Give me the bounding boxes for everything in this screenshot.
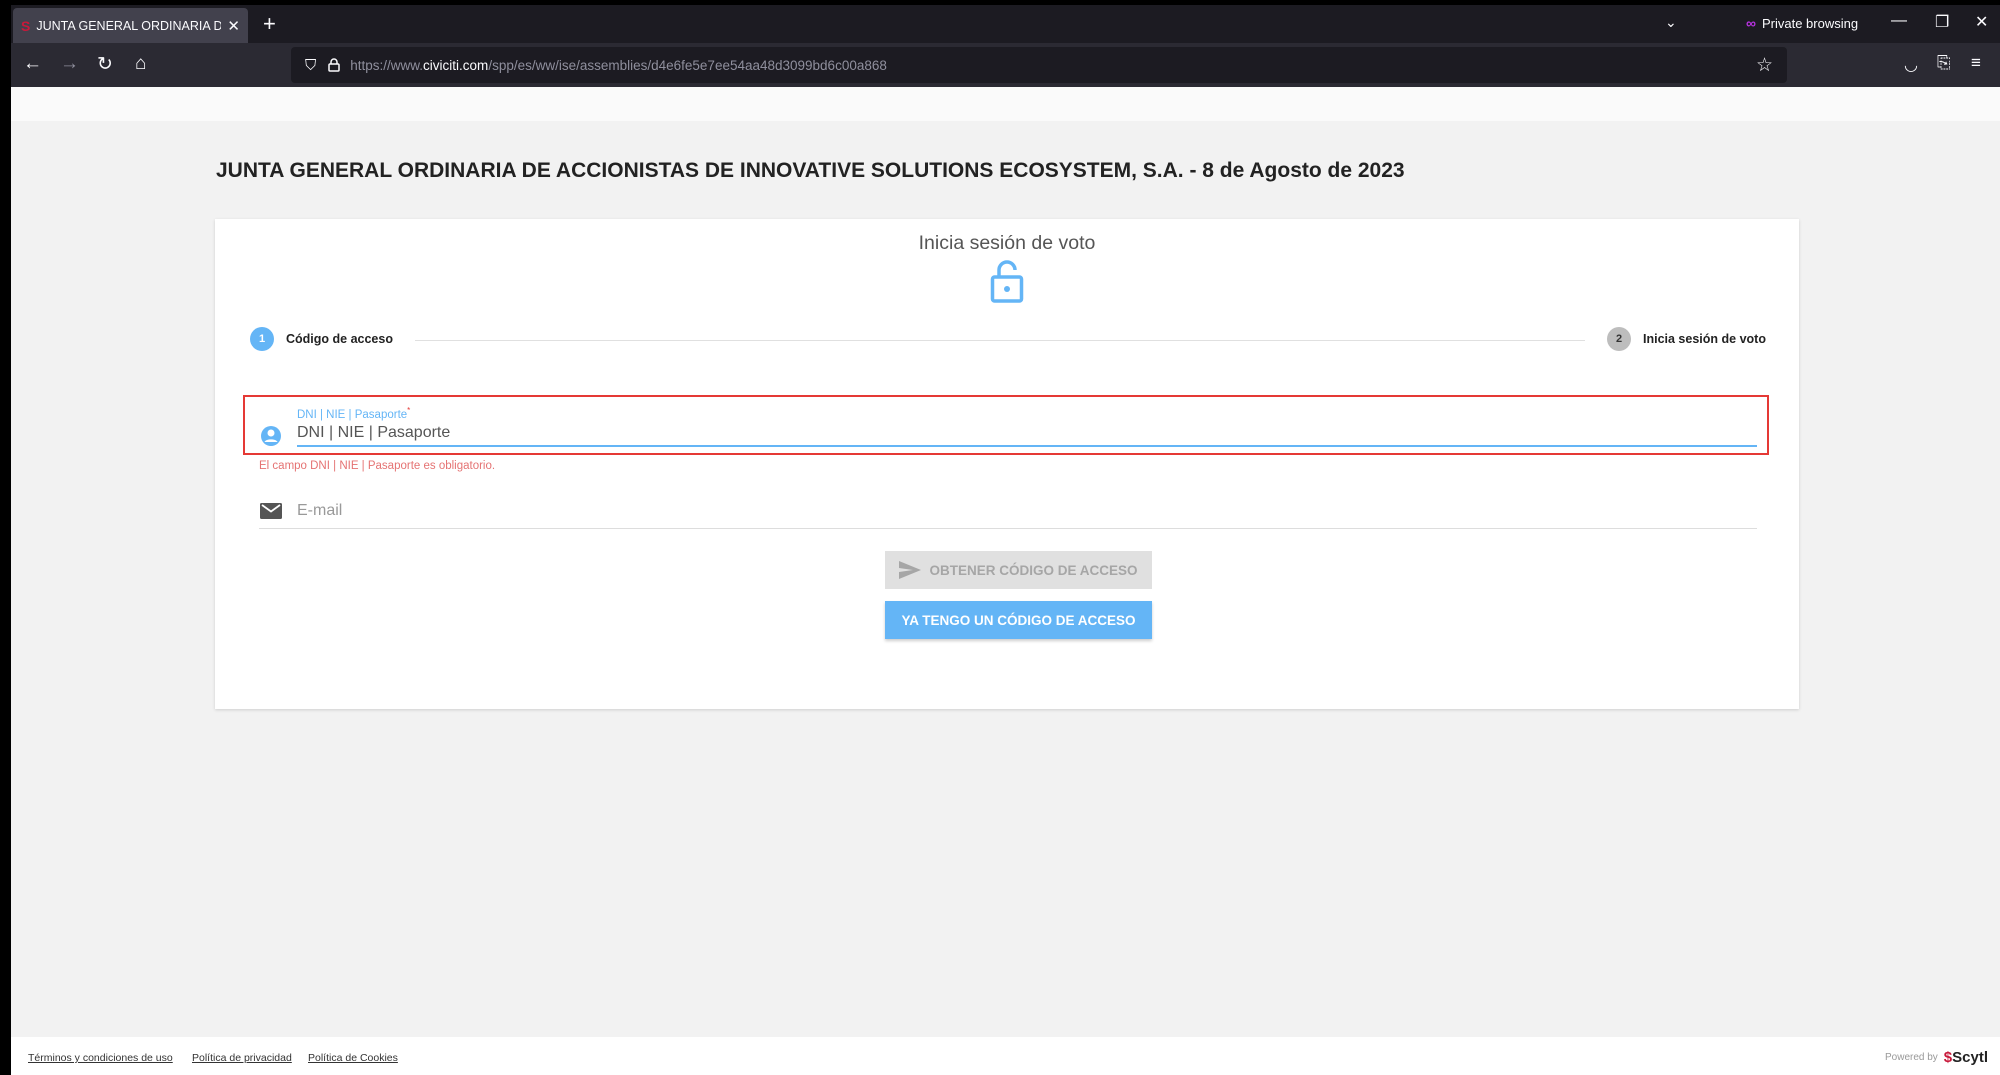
step-number: 2 [1607, 327, 1631, 351]
new-tab-button[interactable]: + [263, 11, 276, 37]
step-1: 1 Código de acceso [250, 327, 393, 351]
footer: Términos y condiciones de uso Política d… [11, 1037, 2000, 1075]
menu-hamburger-icon[interactable]: ≡ [1971, 53, 1981, 73]
extensions-icon[interactable]: ⎘ [1937, 53, 1951, 73]
page-title: JUNTA GENERAL ORDINARIA DE ACCIONISTAS D… [216, 159, 1405, 182]
step-label: Código de acceso [286, 332, 393, 346]
email-input[interactable] [259, 502, 1757, 529]
list-all-tabs-chevron-down-icon[interactable]: ⌄ [1665, 14, 1677, 31]
bookmark-star-icon[interactable]: ☆ [1756, 54, 1773, 77]
have-access-code-button[interactable]: YA TENGO UN CÓDIGO DE ACCESO [885, 601, 1152, 639]
browser-tab[interactable]: S JUNTA GENERAL ORDINARIA DE ✕ [13, 8, 248, 43]
home-icon[interactable]: ⌂ [135, 53, 146, 75]
url-path: /spp/es/ww/ise/assemblies/d4e6fe5e7ee54a… [488, 57, 887, 73]
scytl-logo-mark-icon: $ [1943, 1049, 1953, 1066]
window-close-icon[interactable]: ✕ [1975, 12, 1988, 32]
account-circle-icon [261, 426, 281, 446]
page-content: JUNTA GENERAL ORDINARIA DE ACCIONISTAS D… [11, 87, 2000, 1075]
privacy-link[interactable]: Política de privacidad [192, 1052, 292, 1064]
dni-input[interactable] [297, 424, 1757, 447]
url-text[interactable]: https://www.civiciti.com/spp/es/ww/ise/a… [350, 58, 887, 73]
scytl-brand-text: Scytl [1952, 1049, 1988, 1066]
get-access-code-label: OBTENER CÓDIGO DE ACCESO [929, 562, 1138, 578]
restore-icon[interactable]: ❐ [1935, 12, 1949, 32]
unlock-icon [990, 260, 1024, 303]
minimize-icon[interactable]: — [1891, 12, 1907, 30]
url-prefix: https://www. [350, 57, 424, 73]
shield-icon[interactable]: ⛉ [305, 57, 316, 74]
scytl-logo: $Scytl [1944, 1049, 1988, 1066]
browser-navigation-bar: ← → ↻ ⌂ ⛉ https://www.civiciti.com/spp/e… [11, 43, 2000, 87]
tab-close-icon[interactable]: ✕ [227, 17, 240, 35]
login-card: Inicia sesión de voto 1 Código de acceso… [215, 219, 1799, 709]
step-2: 2 Inicia sesión de voto [1607, 327, 1766, 351]
have-access-code-label: YA TENGO UN CÓDIGO DE ACCESO [901, 612, 1136, 628]
stepper-connector [415, 340, 1585, 341]
private-mask-icon: ∞ [1746, 15, 1756, 31]
card-title: Inicia sesión de voto [918, 232, 1096, 254]
dni-floating-label-text: DNI | NIE | Pasaporte [297, 408, 408, 421]
url-domain: civiciti.com [423, 57, 489, 73]
pocket-icon[interactable]: ◡ [1904, 55, 1918, 75]
dni-floating-label: DNI | NIE | Pasaporte* [297, 406, 410, 421]
cookies-link[interactable]: Política de Cookies [308, 1052, 398, 1064]
back-arrow-icon[interactable]: ← [23, 53, 42, 75]
reload-icon[interactable]: ↻ [97, 53, 113, 76]
powered-by-label: Powered by [1884, 1052, 1938, 1063]
powered-by: Powered by $Scytl [1885, 1049, 1988, 1066]
tab-title: JUNTA GENERAL ORDINARIA DE [36, 18, 222, 33]
top-strip [11, 87, 2000, 121]
private-browsing-label: Private browsing [1761, 15, 1859, 31]
step-number: 1 [250, 327, 274, 351]
step-label: Inicia sesión de voto [1643, 332, 1766, 346]
address-bar[interactable]: ⛉ https://www.civiciti.com/spp/es/ww/ise… [291, 47, 1787, 83]
required-mark: * [407, 406, 411, 415]
forward-arrow-icon[interactable]: → [60, 53, 79, 75]
lock-icon[interactable] [328, 58, 341, 72]
get-access-code-button[interactable]: OBTENER CÓDIGO DE ACCESO [885, 551, 1152, 589]
send-icon [899, 561, 922, 579]
dni-error-message: El campo DNI | NIE | Pasaporte es obliga… [259, 460, 496, 472]
private-browsing-indicator: ∞ Private browsing [1746, 15, 1858, 31]
scytl-favicon-icon: S [21, 17, 31, 34]
terms-link[interactable]: Términos y condiciones de uso [28, 1052, 173, 1064]
browser-tab-strip: S JUNTA GENERAL ORDINARIA DE ✕ + ⌄ ∞ Pri… [11, 5, 2000, 43]
